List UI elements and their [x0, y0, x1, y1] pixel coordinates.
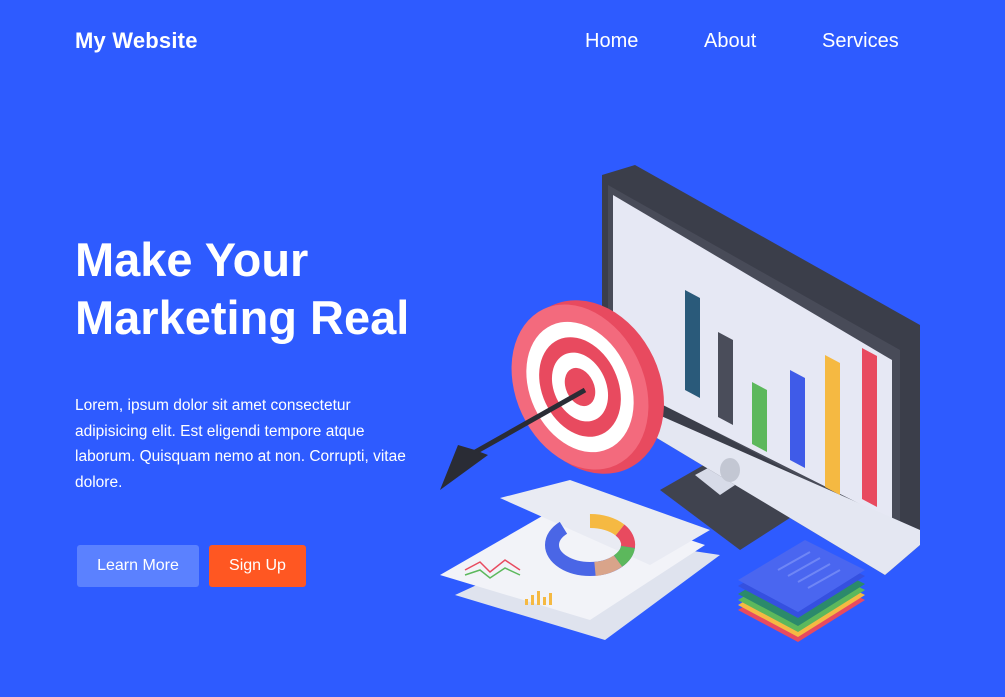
- hero-title-line-2: Marketing Real: [75, 291, 410, 344]
- hero-description: Lorem, ipsum dolor sit amet consectetur …: [75, 397, 406, 491]
- hero-title: Make Your Marketing Real: [75, 231, 455, 347]
- hero-title-line-1: Make Your: [75, 233, 309, 286]
- documents-illustration: [440, 480, 720, 640]
- stacked-notebooks-illustration: [738, 540, 865, 642]
- nav-item-home[interactable]: Home: [585, 30, 638, 53]
- learn-more-button[interactable]: Learn More: [77, 545, 199, 587]
- nav-item-about[interactable]: About: [704, 30, 756, 53]
- hero-illustration: [440, 165, 920, 642]
- site-logo[interactable]: My Website: [75, 28, 198, 54]
- nav-item-services[interactable]: Services: [822, 30, 899, 53]
- sign-up-button[interactable]: Sign Up: [209, 545, 306, 587]
